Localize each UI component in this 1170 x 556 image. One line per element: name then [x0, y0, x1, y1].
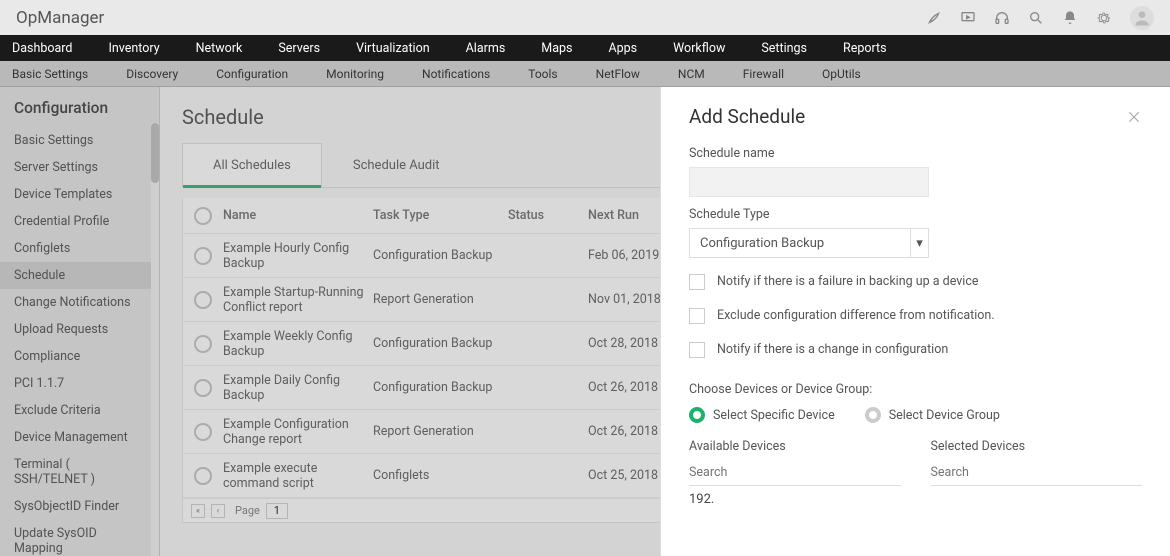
radio-group-label: Select Device Group [889, 408, 1000, 423]
radio-specific-label: Select Specific Device [713, 408, 835, 423]
exclude-diff-label: Exclude configuration difference from no… [717, 306, 995, 326]
nav-maps[interactable]: Maps [541, 41, 572, 56]
main-nav: Dashboard Inventory Network Servers Virt… [0, 35, 1170, 61]
subnav-configuration[interactable]: Configuration [216, 67, 288, 81]
subnav-netflow[interactable]: NetFlow [596, 67, 640, 81]
device-row[interactable]: 192. [689, 486, 901, 513]
nav-workflow[interactable]: Workflow [673, 41, 725, 56]
schedule-type-select[interactable]: Configuration Backup ▾ [689, 228, 929, 258]
nav-inventory[interactable]: Inventory [108, 41, 159, 56]
subnav-tools[interactable]: Tools [528, 67, 557, 81]
chevron-down-icon: ▾ [910, 229, 928, 257]
exclude-diff-checkbox[interactable] [689, 308, 705, 324]
notify-change-checkbox[interactable] [689, 342, 705, 358]
schedule-name-input[interactable] [689, 167, 929, 197]
nav-apps[interactable]: Apps [608, 41, 637, 56]
subnav-ncm[interactable]: NCM [678, 67, 705, 85]
choose-devices-label: Choose Devices or Device Group: [689, 382, 1142, 397]
close-icon[interactable] [1126, 109, 1142, 125]
rocket-icon[interactable] [926, 10, 942, 26]
nav-network[interactable]: Network [196, 41, 243, 56]
subnav-basic-settings[interactable]: Basic Settings [12, 67, 88, 81]
bell-icon[interactable] [1062, 10, 1078, 26]
available-search-input[interactable] [689, 460, 901, 486]
subnav-firewall[interactable]: Firewall [743, 67, 784, 81]
nav-alarms[interactable]: Alarms [466, 41, 506, 56]
notify-failure-label: Notify if there is a failure in backing … [717, 272, 979, 292]
subnav-oputils[interactable]: OpUtils [822, 67, 861, 81]
nav-dashboard[interactable]: Dashboard [12, 41, 72, 56]
gear-icon[interactable] [1096, 10, 1112, 26]
headset-icon[interactable] [994, 10, 1010, 26]
schedule-type-label: Schedule Type [689, 207, 1142, 222]
panel-title: Add Schedule [689, 105, 805, 128]
nav-servers[interactable]: Servers [278, 41, 320, 56]
radio-specific-device[interactable] [689, 407, 705, 423]
nav-reports[interactable]: Reports [843, 41, 887, 56]
top-icons [926, 6, 1154, 30]
subnav-discovery[interactable]: Discovery [126, 67, 178, 81]
brand-label: OpManager [16, 8, 104, 28]
nav-virtualization[interactable]: Virtualization [356, 41, 430, 56]
subnav-monitoring[interactable]: Monitoring [326, 67, 384, 81]
monitor-icon[interactable] [960, 10, 976, 26]
avatar-icon[interactable] [1130, 6, 1154, 30]
add-schedule-panel: Add Schedule Schedule name Schedule Type… [660, 87, 1170, 556]
schedule-type-value: Configuration Backup [700, 236, 824, 251]
notify-change-label: Notify if there is a change in configura… [717, 340, 948, 360]
subnav-notifications[interactable]: Notifications [422, 67, 490, 81]
available-devices-label: Available Devices [689, 439, 901, 454]
notify-failure-checkbox[interactable] [689, 274, 705, 290]
top-bar: OpManager [0, 0, 1170, 35]
schedule-name-label: Schedule name [689, 146, 1142, 161]
selected-devices-label: Selected Devices [931, 439, 1143, 454]
nav-settings[interactable]: Settings [761, 41, 807, 56]
selected-search-input[interactable] [931, 460, 1143, 486]
sub-nav: Basic Settings Discovery Configuration M… [0, 61, 1170, 87]
radio-device-group[interactable] [865, 407, 881, 423]
search-icon[interactable] [1028, 10, 1044, 26]
